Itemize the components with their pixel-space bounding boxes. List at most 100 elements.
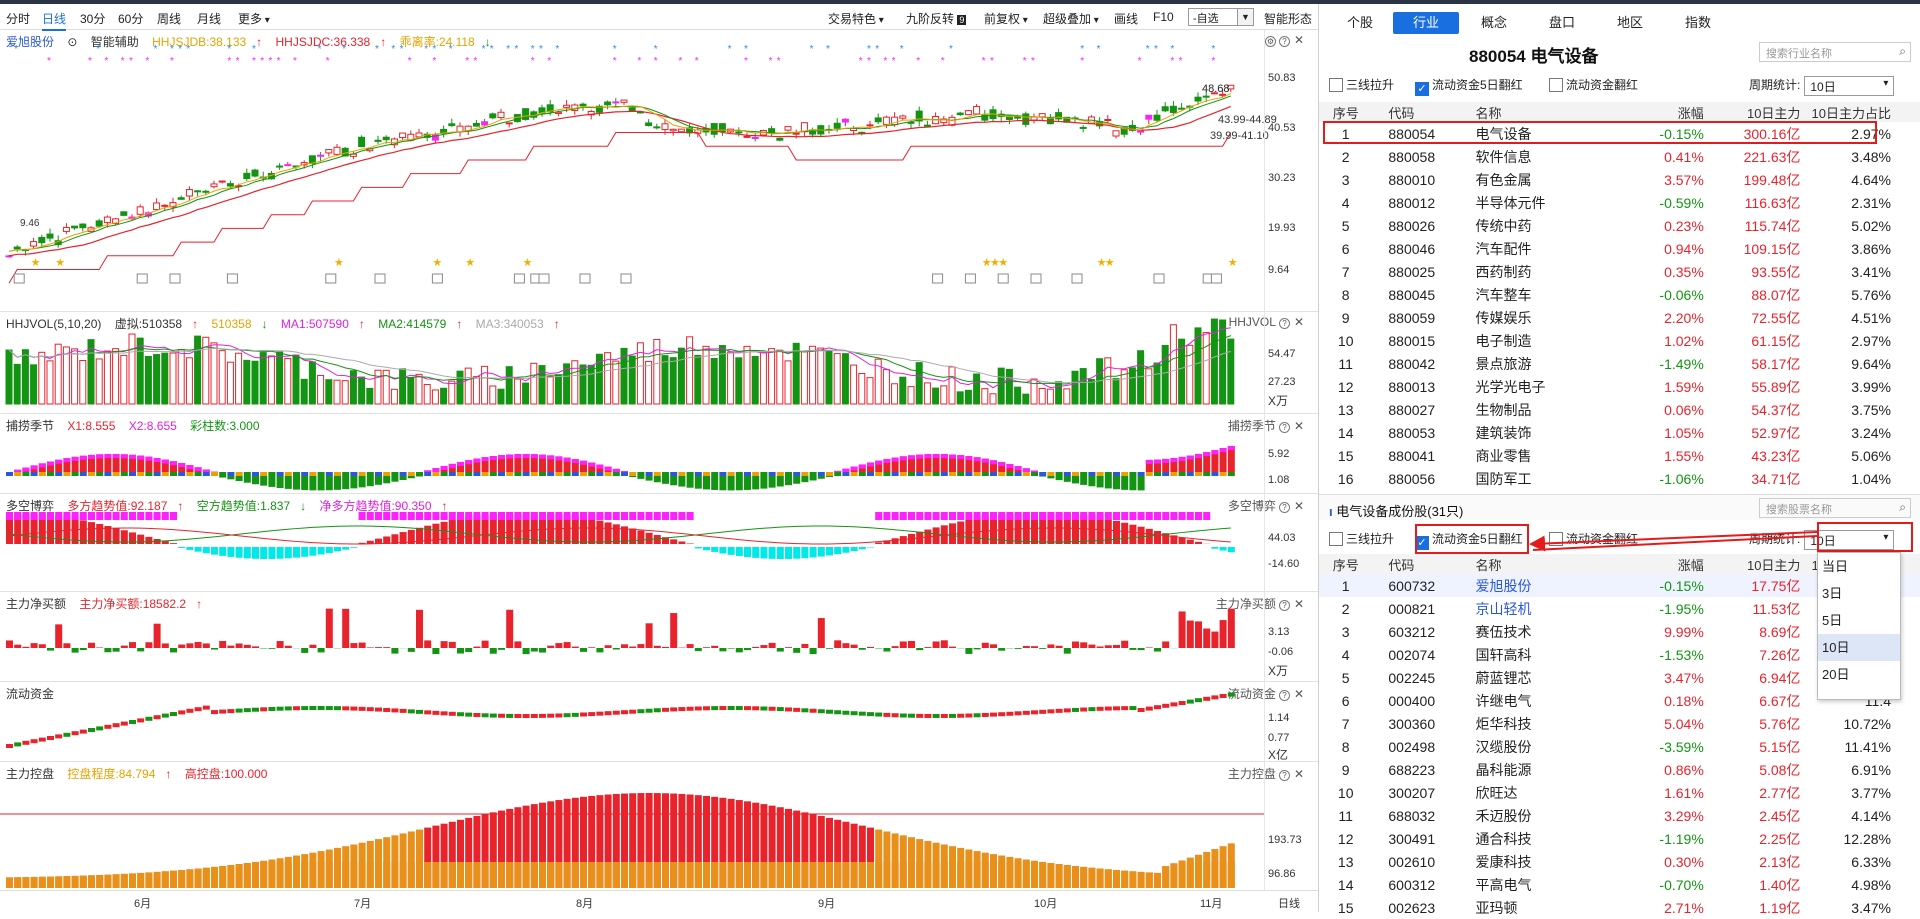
control-chart[interactable] — [0, 762, 1264, 890]
col-header[interactable]: 10日主力 — [1710, 102, 1805, 122]
checkbox-icon[interactable] — [1549, 78, 1563, 92]
stock-row[interactable]: 12300491通合科技-1.19%2.25亿12.28% — [1319, 827, 1920, 850]
industry-row[interactable]: 5880026传统中药0.23%115.74亿5.02% — [1319, 214, 1920, 237]
stock-row[interactable]: 9688223晶科能源0.86%5.08亿6.91% — [1319, 758, 1920, 781]
industry-row[interactable]: 3880010有色金属3.57%199.48亿4.64% — [1319, 168, 1920, 191]
tab-daily[interactable]: 日线 — [42, 10, 66, 31]
checkbox-icon[interactable] — [1329, 78, 1343, 92]
season-chart[interactable] — [0, 414, 1264, 494]
industry-row[interactable]: 6880046汽车配件0.94%109.15亿3.86% — [1319, 237, 1920, 260]
industry-search-input[interactable]: 搜索行业名称⌕ — [1759, 42, 1911, 62]
industry-row[interactable]: 7880025西药制药0.35%93.55亿3.41% — [1319, 260, 1920, 283]
f10-button[interactable]: F10 — [1153, 10, 1174, 24]
stock-row[interactable]: 15002623亚玛顿2.71%1.19亿3.47% — [1319, 896, 1920, 919]
close-icon[interactable]: ✕ — [1294, 499, 1304, 513]
checkbox-icon[interactable] — [1329, 532, 1343, 546]
close-icon[interactable]: ✕ — [1294, 419, 1304, 433]
industry-row[interactable]: 10880015电子制造1.02%61.15亿2.97% — [1319, 329, 1920, 352]
industry-row[interactable]: 2880058软件信息0.41%221.63亿3.48% — [1319, 145, 1920, 168]
tab-concept[interactable]: 概念 — [1461, 12, 1527, 34]
industry-row[interactable]: 16880056国防军工-1.06%34.71亿1.04% — [1319, 467, 1920, 490]
flow-panel[interactable]: 流动资金 流动资金?✕ 1.14 0.77 X亿 — [0, 682, 1318, 762]
stock-row[interactable]: 14600312平高电气-0.70%1.40亿4.98% — [1319, 873, 1920, 896]
help-icon[interactable]: ? — [1279, 422, 1290, 433]
chk-flow-red[interactable]: 流动资金翻红 — [1549, 76, 1638, 93]
tab-60min[interactable]: 60分 — [118, 10, 143, 27]
industry-row[interactable]: 11880042景点旅游-1.49%58.17亿9.64% — [1319, 352, 1920, 375]
dropdown-option[interactable]: 当日 — [1818, 553, 1900, 580]
industry-row[interactable]: 14880053建筑装饰1.05%52.97亿3.24% — [1319, 421, 1920, 444]
stock-row[interactable]: 10300207欣旺达1.61%2.77亿3.77% — [1319, 781, 1920, 804]
col-header[interactable]: 10日主力 — [1710, 554, 1805, 574]
col-header[interactable]: 序号 — [1319, 554, 1372, 574]
self-select-dropdown[interactable]: -自选▼ — [1188, 8, 1254, 26]
help-icon[interactable]: ? — [1279, 318, 1290, 329]
industry-row[interactable]: 4880012半导体元件-0.59%116.63亿2.31% — [1319, 191, 1920, 214]
tab-timeshare[interactable]: 分时 — [6, 10, 30, 27]
checkbox-icon[interactable] — [1549, 532, 1563, 546]
search-icon[interactable]: ⌕ — [1899, 44, 1906, 59]
industry-row[interactable]: 15880041商业零售1.55%43.23亿5.06% — [1319, 444, 1920, 467]
help-icon[interactable]: ? — [1279, 502, 1290, 513]
col-header[interactable]: 10日主力占比 — [1804, 102, 1920, 122]
tab-index[interactable]: 指数 — [1665, 12, 1731, 34]
price-panel[interactable]: 爱旭股份 ⊙ 智能辅助 HHJSJDB:38.133↑ HHJSJDC:36.3… — [0, 30, 1318, 312]
chart-area[interactable]: 分时 日线 30分 60分 周线 月线 更多 交易特色 九阶反转 9 前复权 超… — [0, 4, 1318, 912]
trade-feature-menu[interactable]: 交易特色 — [828, 10, 884, 27]
col-header[interactable]: 名称 — [1469, 554, 1603, 574]
adjust-menu[interactable]: 前复权 — [984, 10, 1028, 27]
dropdown-option[interactable]: 5日 — [1818, 607, 1900, 634]
close-icon[interactable]: ✕ — [1294, 767, 1304, 781]
smart-form-button[interactable]: 智能形态 — [1264, 10, 1312, 27]
volume-panel[interactable]: HHJVOL(5,10,20) 虚拟:510358↑ 510358↓ MA1:5… — [0, 312, 1318, 414]
tab-monthly[interactable]: 月线 — [197, 10, 221, 27]
close-icon[interactable]: ✕ — [1294, 33, 1304, 47]
season-panel[interactable]: 捕捞季节 X1:8.555 X2:8.655 彩柱数:3.000 捕捞季节?✕ … — [0, 414, 1318, 494]
close-icon[interactable]: ✕ — [1294, 315, 1304, 329]
col-header[interactable]: 序号 — [1319, 102, 1372, 122]
col-header[interactable]: 涨幅 — [1603, 102, 1710, 122]
col-header[interactable]: 名称 — [1469, 102, 1603, 122]
help-icon[interactable]: ? — [1279, 770, 1290, 781]
tab-industry[interactable]: 行业 — [1393, 12, 1459, 34]
settings-icon[interactable]: ⚙ — [1265, 36, 1276, 47]
tab-region[interactable]: 地区 — [1597, 12, 1663, 34]
period-select-1[interactable]: 10日 — [1804, 76, 1894, 96]
tab-30min[interactable]: 30分 — [80, 10, 105, 27]
checkbox-checked-icon[interactable]: ✓ — [1415, 82, 1429, 96]
help-icon[interactable]: ? — [1279, 36, 1290, 47]
volume-chart[interactable] — [0, 312, 1264, 414]
industry-row[interactable]: 12880013光学光电子1.59%55.89亿3.99% — [1319, 375, 1920, 398]
longshort-panel[interactable]: 多空博弈 多方趋势值:92.187↑ 空方趋势值:1.837↓ 净多方趋势值:9… — [0, 494, 1318, 592]
overlay-menu[interactable]: 超级叠加 — [1043, 10, 1099, 27]
candlestick-chart[interactable]: *★*★**********************★********★**★*… — [0, 30, 1264, 312]
chk-flow-red-2[interactable]: 流动资金翻红 — [1549, 530, 1638, 547]
tab-orderbook[interactable]: 盘口 — [1529, 12, 1595, 34]
nine-reversal-button[interactable]: 九阶反转 9 — [906, 10, 966, 27]
col-header[interactable]: 代码 — [1372, 102, 1469, 122]
chk-three-lines-2[interactable]: 三线拉升 — [1329, 530, 1394, 547]
longshort-chart[interactable] — [0, 494, 1264, 592]
help-icon[interactable]: ? — [1279, 600, 1290, 611]
col-header[interactable]: 代码 — [1372, 554, 1469, 574]
col-header[interactable]: 涨幅 — [1603, 554, 1710, 574]
stock-row[interactable]: 13002610爱康科技0.30%2.13亿6.33% — [1319, 850, 1920, 873]
period-dropdown-list[interactable]: 当日 3日 5日 10日 20日 — [1817, 552, 1901, 700]
netbuy-chart[interactable] — [0, 592, 1264, 682]
search-icon[interactable]: ⌕ — [1899, 500, 1906, 515]
industry-row[interactable]: 8880045汽车整车-0.06%88.07亿5.76% — [1319, 283, 1920, 306]
flow-chart[interactable] — [0, 682, 1264, 762]
chk-three-lines[interactable]: 三线拉升 — [1329, 76, 1394, 93]
industry-row[interactable]: 9880059传媒娱乐2.20%72.55亿4.51% — [1319, 306, 1920, 329]
dropdown-option[interactable]: 20日 — [1818, 661, 1900, 688]
dropdown-option-selected[interactable]: 10日 — [1818, 634, 1900, 661]
stock-search-input[interactable]: 搜索股票名称⌕ — [1759, 498, 1911, 518]
more-menu[interactable]: 更多 — [238, 10, 270, 27]
draw-line-button[interactable]: 画线 — [1114, 10, 1138, 27]
stock-row[interactable]: 11688032禾迈股份3.29%2.45亿4.14% — [1319, 804, 1920, 827]
dropdown-option[interactable]: 3日 — [1818, 580, 1900, 607]
help-icon[interactable]: ? — [1279, 690, 1290, 701]
chk-flow-5d[interactable]: ✓流动资金5日翻红 — [1415, 76, 1523, 96]
stock-row[interactable]: 7300360炬华科技5.04%5.76亿10.72% — [1319, 712, 1920, 735]
close-icon[interactable]: ✕ — [1294, 687, 1304, 701]
